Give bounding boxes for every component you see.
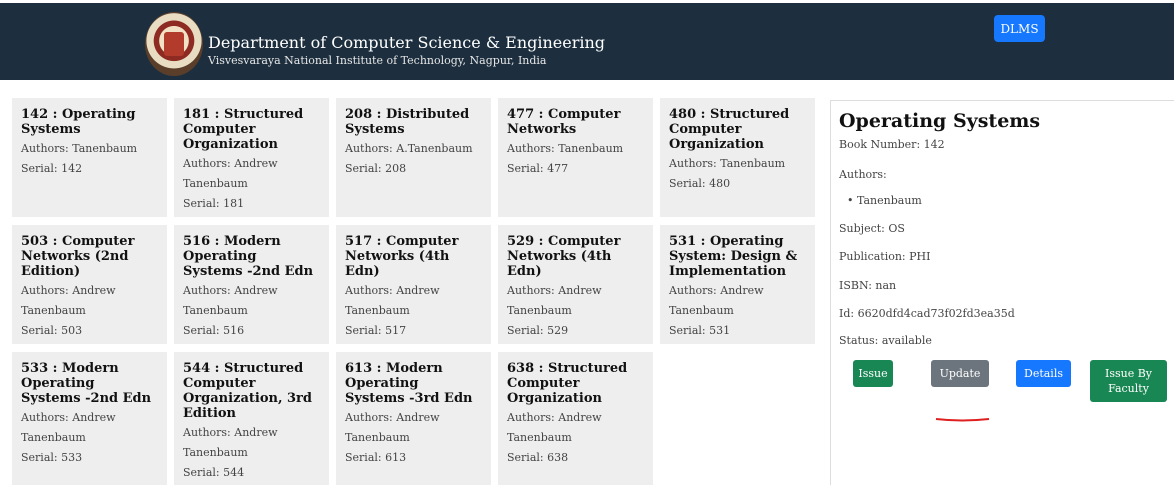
book-card[interactable]: 480 : Structured Computer Organization A… [660,98,815,217]
book-title: 480 : Structured Computer Organization [669,107,790,152]
book-card[interactable]: 503 : Computer Networks (2nd Edition) Au… [12,225,167,344]
detail-isbn: ISBN: nan [839,279,897,292]
book-title: 613 : Modern Operating Systems -3rd Edn [345,361,473,406]
book-serial: Serial: 181 [183,197,245,210]
book-authors: Authors: Andrew Tanenbaum [669,284,764,317]
book-card[interactable]: 516 : Modern Operating Systems -2nd Edn … [174,225,329,344]
book-title: 477 : Computer Networks [507,107,621,137]
book-serial: Serial: 480 [669,177,731,190]
book-authors: Authors: Andrew Tanenbaum [21,284,116,317]
book-serial: Serial: 613 [345,451,407,464]
book-title: 503 : Computer Networks (2nd Edition) [21,234,135,279]
book-serial: Serial: 142 [21,162,83,175]
book-title: 516 : Modern Operating Systems -2nd Edn [183,234,314,279]
book-authors: Authors: Tanenbaum [507,142,624,155]
book-serial: Serial: 208 [345,162,407,175]
book-title: 208 : Distributed Systems [345,107,470,137]
detail-author-item: • Tanenbaum [847,194,922,207]
book-authors: Authors: A.Tanenbaum [345,142,473,155]
book-detail-panel: Operating Systems Book Number: 142 Autho… [830,100,1174,485]
institute-logo [145,12,203,76]
book-authors: Authors: Tanenbaum [21,142,138,155]
book-title: 181 : Structured Computer Organization [183,107,304,152]
book-authors: Authors: Tanenbaum [669,157,786,170]
book-title: 638 : Structured Computer Organization [507,361,628,406]
book-authors: Authors: Andrew Tanenbaum [21,411,116,444]
header-bar: Department of Computer Science & Enginee… [0,0,1174,80]
book-title: 544 : Structured Computer Organization, … [183,361,312,421]
book-card[interactable]: 142 : Operating Systems Authors: Tanenba… [12,98,167,217]
book-title: 142 : Operating Systems [21,107,136,137]
book-authors: Authors: Andrew Tanenbaum [183,284,278,317]
update-button[interactable]: Update [931,360,989,387]
book-serial: Serial: 529 [507,324,569,337]
detail-authors-label: Authors: [839,168,887,181]
book-title: 529 : Computer Networks (4th Edn) [507,234,621,279]
detail-subject: Subject: OS [839,222,905,235]
book-authors: Authors: Andrew Tanenbaum [183,426,278,459]
book-authors: Authors: Andrew Tanenbaum [507,411,602,444]
book-card[interactable]: 533 : Modern Operating Systems -2nd Edn … [12,352,167,485]
book-card[interactable]: 181 : Structured Computer Organization A… [174,98,329,217]
book-serial: Serial: 503 [21,324,83,337]
book-card[interactable]: 477 : Computer Networks Authors: Tanenba… [498,98,653,217]
book-card[interactable]: 613 : Modern Operating Systems -3rd Edn … [336,352,491,485]
book-authors: Authors: Andrew Tanenbaum [345,411,440,444]
book-authors: Authors: Andrew Tanenbaum [507,284,602,317]
detail-id: Id: 6620dfd4cad73f02fd3ea35d [839,307,1015,320]
book-serial: Serial: 531 [669,324,731,337]
book-title: 517 : Computer Networks (4th Edn) [345,234,459,279]
book-card[interactable]: 208 : Distributed Systems Authors: A.Tan… [336,98,491,217]
book-title: 531 : Operating System: Design & Impleme… [669,234,798,279]
book-card[interactable]: 529 : Computer Networks (4th Edn) Author… [498,225,653,344]
issue-button[interactable]: Issue [853,360,893,387]
department-title: Department of Computer Science & Enginee… [208,33,606,52]
book-serial: Serial: 517 [345,324,407,337]
detail-title: Operating Systems [839,110,1041,132]
book-serial: Serial: 544 [183,466,245,479]
issue-by-faculty-button[interactable]: Issue By Faculty [1090,360,1167,402]
book-card[interactable]: 544 : Structured Computer Organization, … [174,352,329,485]
detail-book-number: Book Number: 142 [839,138,945,151]
book-authors: Authors: Andrew Tanenbaum [183,157,278,190]
book-card[interactable]: 531 : Operating System: Design & Impleme… [660,225,815,344]
book-serial: Serial: 516 [183,324,245,337]
book-serial: Serial: 533 [21,451,83,464]
detail-status: Status: available [839,334,932,347]
book-card[interactable]: 638 : Structured Computer Organization A… [498,352,653,485]
institute-subtitle: Visvesvaraya National Institute of Techn… [208,54,547,67]
details-button[interactable]: Details [1016,360,1071,387]
book-serial: Serial: 638 [507,451,569,464]
dlms-button[interactable]: DLMS [994,15,1045,42]
book-title: 533 : Modern Operating Systems -2nd Edn [21,361,152,406]
detail-publication: Publication: PHI [839,250,931,263]
red-underline-annotation [935,418,990,422]
book-authors: Authors: Andrew Tanenbaum [345,284,440,317]
book-serial: Serial: 477 [507,162,569,175]
book-card[interactable]: 517 : Computer Networks (4th Edn) Author… [336,225,491,344]
detail-author-name: Tanenbaum [857,194,922,207]
